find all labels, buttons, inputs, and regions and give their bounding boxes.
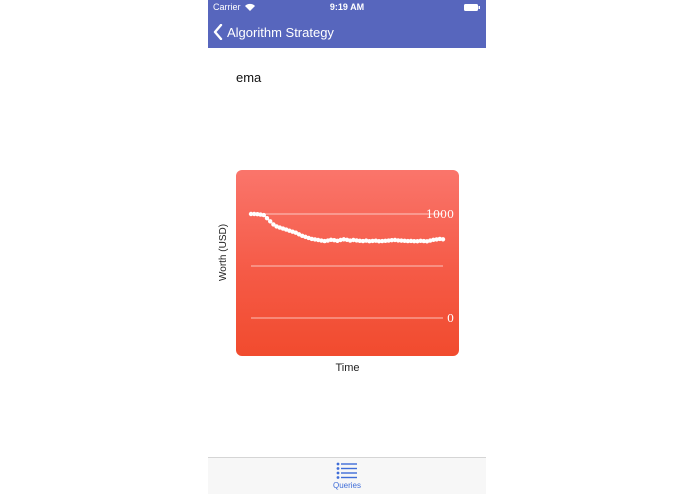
tab-queries-label: Queries [332,481,361,490]
back-button-label: Algorithm Strategy [227,24,334,40]
list-icon [336,462,357,479]
x-axis-label: Time [335,362,360,374]
phone-screen: Carrier 9:19 AM Algorithm Strategy ema 1… [208,0,486,494]
chevron-left-icon [213,24,223,40]
clock: 9:19 AM [329,2,365,12]
battery-icon [464,4,480,11]
strategy-name: ema [236,70,262,85]
tab-queries[interactable]: Queries [322,462,372,494]
tab-bar: Queries [208,457,486,494]
y-tick-label: 0 [447,312,454,325]
back-button[interactable]: Algorithm Strategy [213,20,334,44]
data-point [268,219,273,224]
worth-chart: 1000 0 [236,170,459,356]
y-tick-label: 1000 [426,208,454,221]
y-axis-label: Worth (USD) [218,223,229,281]
data-point [440,237,446,242]
data-point [264,215,270,221]
status-bar: Carrier 9:19 AM [208,0,486,16]
data-point [261,212,266,218]
navigation-bar: Algorithm Strategy [208,16,486,48]
chart-canvas: 1000 0 [248,208,454,325]
